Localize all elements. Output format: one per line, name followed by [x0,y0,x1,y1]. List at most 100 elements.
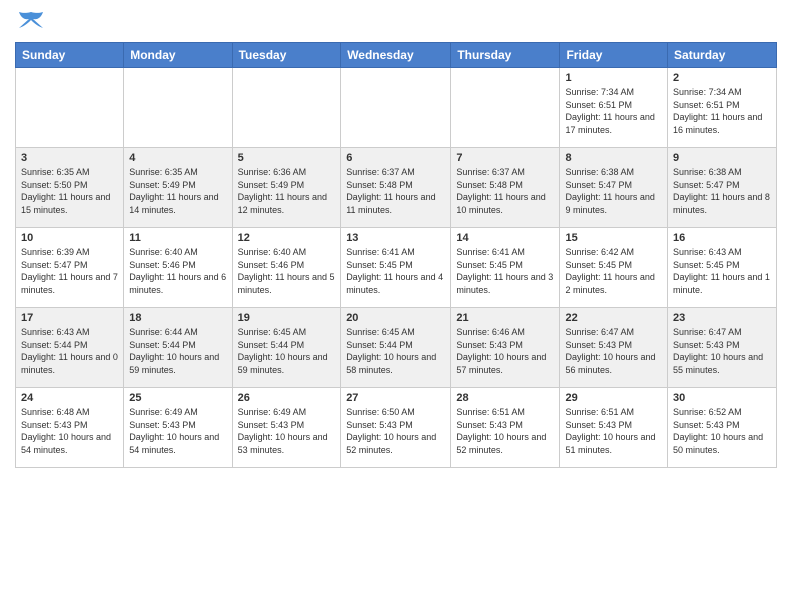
calendar-cell: 14 Sunrise: 6:41 AM Sunset: 5:45 PM Dayli… [451,228,560,308]
calendar-weekday-tuesday: Tuesday [232,43,341,68]
calendar-cell: 7Sunrise: 6:37 AM Sunset: 5:48 PM Daylig… [451,148,560,228]
calendar-cell: 2 Sunrise: 7:34 AM Sunset: 6:51 PM Daylig… [668,68,777,148]
day-info: Sunrise: 6:47 AM Sunset: 5:43 PM Dayligh… [565,326,662,376]
day-info: Sunrise: 7:34 AM Sunset: 6:51 PM Dayligh… [673,86,771,136]
calendar-cell: 13 Sunrise: 6:41 AM Sunset: 5:45 PM Dayli… [341,228,451,308]
day-number: 24 [21,392,118,404]
day-info: Sunrise: 6:38 AM Sunset: 5:47 PM Dayligh… [673,166,771,216]
day-info: Sunrise: 6:47 AM Sunset: 5:43 PM Dayligh… [673,326,771,376]
calendar-cell [16,68,124,148]
calendar-cell: 10 Sunrise: 6:39 AM Sunset: 5:47 PM Dayli… [16,228,124,308]
calendar-cell: 4 Sunrise: 6:35 AM Sunset: 5:49 PM Daylig… [124,148,232,228]
day-info: Sunrise: 6:39 AM Sunset: 5:47 PM Dayligh… [21,246,118,296]
calendar-cell: 19 Sunrise: 6:45 AM Sunset: 5:44 PM Dayli… [232,308,341,388]
calendar-weekday-wednesday: Wednesday [341,43,451,68]
logo-text-block [15,10,47,32]
day-number: 7 [456,152,554,164]
day-number: 9 [673,152,771,164]
day-number: 10 [21,232,118,244]
day-info: Sunrise: 7:34 AM Sunset: 6:51 PM Dayligh… [565,86,662,136]
calendar-cell: 25 Sunrise: 6:49 AM Sunset: 5:43 PM Dayli… [124,388,232,468]
day-number: 20 [346,312,445,324]
calendar-cell: 1 Sunrise: 7:34 AM Sunset: 6:51 PM Daylig… [560,68,668,148]
calendar-cell: 27 Sunrise: 6:50 AM Sunset: 5:43 PM Dayli… [341,388,451,468]
day-info: Sunrise: 6:49 AM Sunset: 5:43 PM Dayligh… [129,406,226,456]
day-number: 27 [346,392,445,404]
day-number: 25 [129,392,226,404]
page-container: SundayMondayTuesdayWednesdayThursdayFrid… [0,0,792,478]
calendar-cell: 17Sunrise: 6:43 AM Sunset: 5:44 PM Dayli… [16,308,124,388]
calendar-cell: 3 Sunrise: 6:35 AM Sunset: 5:50 PM Daylig… [16,148,124,228]
calendar-cell: 30 Sunrise: 6:52 AM Sunset: 5:43 PM Dayli… [668,388,777,468]
day-info: Sunrise: 6:35 AM Sunset: 5:50 PM Dayligh… [21,166,118,216]
day-info: Sunrise: 6:52 AM Sunset: 5:43 PM Dayligh… [673,406,771,456]
calendar-cell: 15 Sunrise: 6:42 AM Sunset: 5:45 PM Dayli… [560,228,668,308]
day-info: Sunrise: 6:36 AM Sunset: 5:49 PM Dayligh… [238,166,336,216]
day-number: 4 [129,152,226,164]
calendar-cell: 21 Sunrise: 6:46 AM Sunset: 5:43 PM Dayli… [451,308,560,388]
calendar-cell: 23Sunrise: 6:47 AM Sunset: 5:43 PM Dayli… [668,308,777,388]
day-number: 15 [565,232,662,244]
day-number: 22 [565,312,662,324]
calendar-cell: 8Sunrise: 6:38 AM Sunset: 5:47 PM Daylig… [560,148,668,228]
day-info: Sunrise: 6:50 AM Sunset: 5:43 PM Dayligh… [346,406,445,456]
day-number: 12 [238,232,336,244]
day-number: 28 [456,392,554,404]
day-number: 26 [238,392,336,404]
day-number: 6 [346,152,445,164]
calendar-weekday-sunday: Sunday [16,43,124,68]
calendar-weekday-monday: Monday [124,43,232,68]
day-number: 30 [673,392,771,404]
day-number: 21 [456,312,554,324]
day-number: 11 [129,232,226,244]
calendar-cell: 12 Sunrise: 6:40 AM Sunset: 5:46 PM Dayli… [232,228,341,308]
day-number: 14 [456,232,554,244]
calendar-cell: 29 Sunrise: 6:51 AM Sunset: 5:43 PM Dayli… [560,388,668,468]
calendar-cell [232,68,341,148]
calendar-cell: 24 Sunrise: 6:48 AM Sunset: 5:43 PM Dayli… [16,388,124,468]
day-number: 17 [21,312,118,324]
day-info: Sunrise: 6:51 AM Sunset: 5:43 PM Dayligh… [456,406,554,456]
day-info: Sunrise: 6:40 AM Sunset: 5:46 PM Dayligh… [238,246,336,296]
day-info: Sunrise: 6:35 AM Sunset: 5:49 PM Dayligh… [129,166,226,216]
calendar-week-1: 3 Sunrise: 6:35 AM Sunset: 5:50 PM Daylig… [16,148,777,228]
day-number: 3 [21,152,118,164]
day-number: 13 [346,232,445,244]
calendar-cell: 11 Sunrise: 6:40 AM Sunset: 5:46 PM Dayli… [124,228,232,308]
day-info: Sunrise: 6:37 AM Sunset: 5:48 PM Dayligh… [346,166,445,216]
day-number: 16 [673,232,771,244]
calendar-cell [124,68,232,148]
calendar-weekday-thursday: Thursday [451,43,560,68]
day-info: Sunrise: 6:46 AM Sunset: 5:43 PM Dayligh… [456,326,554,376]
day-info: Sunrise: 6:45 AM Sunset: 5:44 PM Dayligh… [346,326,445,376]
day-info: Sunrise: 6:48 AM Sunset: 5:43 PM Dayligh… [21,406,118,456]
day-number: 5 [238,152,336,164]
day-info: Sunrise: 6:51 AM Sunset: 5:43 PM Dayligh… [565,406,662,456]
calendar-week-3: 17Sunrise: 6:43 AM Sunset: 5:44 PM Dayli… [16,308,777,388]
calendar-cell [341,68,451,148]
day-info: Sunrise: 6:41 AM Sunset: 5:45 PM Dayligh… [346,246,445,296]
calendar-week-4: 24 Sunrise: 6:48 AM Sunset: 5:43 PM Dayli… [16,388,777,468]
calendar-cell [451,68,560,148]
logo [15,10,47,32]
day-number: 19 [238,312,336,324]
calendar-cell: 16Sunrise: 6:43 AM Sunset: 5:45 PM Dayli… [668,228,777,308]
day-info: Sunrise: 6:49 AM Sunset: 5:43 PM Dayligh… [238,406,336,456]
day-info: Sunrise: 6:40 AM Sunset: 5:46 PM Dayligh… [129,246,226,296]
day-number: 2 [673,72,771,84]
logo-bird-icon [17,10,45,32]
day-number: 18 [129,312,226,324]
calendar-cell: 28 Sunrise: 6:51 AM Sunset: 5:43 PM Dayli… [451,388,560,468]
calendar-cell: 5 Sunrise: 6:36 AM Sunset: 5:49 PM Daylig… [232,148,341,228]
calendar-cell: 6 Sunrise: 6:37 AM Sunset: 5:48 PM Daylig… [341,148,451,228]
day-info: Sunrise: 6:42 AM Sunset: 5:45 PM Dayligh… [565,246,662,296]
header [15,10,777,32]
calendar-cell: 26 Sunrise: 6:49 AM Sunset: 5:43 PM Dayli… [232,388,341,468]
day-info: Sunrise: 6:41 AM Sunset: 5:45 PM Dayligh… [456,246,554,296]
day-number: 29 [565,392,662,404]
day-info: Sunrise: 6:45 AM Sunset: 5:44 PM Dayligh… [238,326,336,376]
calendar-cell: 20 Sunrise: 6:45 AM Sunset: 5:44 PM Dayli… [341,308,451,388]
calendar-cell: 22 Sunrise: 6:47 AM Sunset: 5:43 PM Dayli… [560,308,668,388]
day-number: 1 [565,72,662,84]
day-number: 8 [565,152,662,164]
